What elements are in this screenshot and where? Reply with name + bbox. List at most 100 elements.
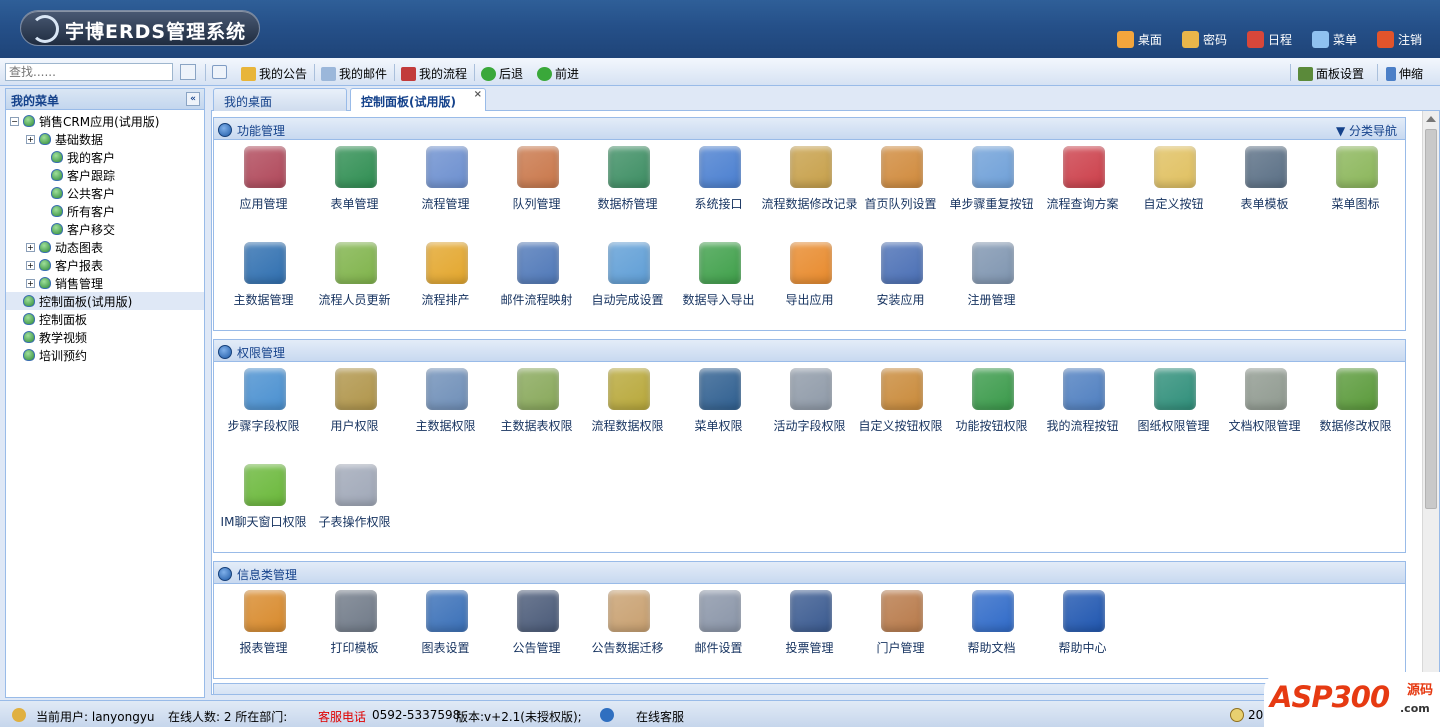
tree-toggle-icon[interactable]: + (26, 278, 35, 288)
app-tile[interactable]: 数据导入导出 (673, 236, 764, 328)
app-tile[interactable]: 用户权限 (309, 362, 400, 454)
toolbar-label: 前进 (555, 67, 580, 81)
tree-item[interactable]: 教学视频 (6, 328, 204, 346)
tab-control-panel[interactable]: 控制面板(试用版) × (350, 88, 486, 112)
tree-toggle-icon[interactable]: + (26, 242, 35, 252)
tree-item[interactable]: 我的客户 (6, 148, 204, 166)
tree-item[interactable]: + 基础数据 (6, 130, 204, 148)
toolbar-expand-button[interactable]: 伸缩 (1386, 65, 1423, 82)
app-tile[interactable]: 邮件流程映射 (491, 236, 582, 328)
app-tile[interactable]: 活动字段权限 (764, 362, 855, 454)
toolbar-forward-button[interactable]: 前进 (537, 65, 579, 82)
app-tile-label: IM聊天窗口权限 (220, 515, 307, 529)
app-tile[interactable]: 注册管理 (946, 236, 1037, 328)
app-tile[interactable]: 表单管理 (309, 140, 400, 232)
app-tile[interactable]: 公告管理 (491, 584, 582, 676)
app-tile[interactable]: 自定义按钮权限 (855, 362, 946, 454)
app-tile[interactable]: 邮件设置 (673, 584, 764, 676)
app-tile[interactable]: 图表设置 (400, 584, 491, 676)
app-tile[interactable]: 投票管理 (764, 584, 855, 676)
app-tile[interactable]: 单步骤重复按钮 (946, 140, 1037, 232)
app-tile-label: 门户管理 (876, 641, 925, 655)
app-tile[interactable]: 安装应用 (855, 236, 946, 328)
top-nav-home[interactable]: 桌面 (1116, 31, 1162, 48)
app-tile[interactable]: 公告数据迁移 (582, 584, 673, 676)
app-tile[interactable]: 流程数据修改记录 (761, 140, 858, 232)
toolbar-workflow-button[interactable]: 我的流程 (401, 65, 467, 82)
app-tile[interactable]: 打印模板 (309, 584, 400, 676)
app-tile[interactable]: 数据修改权限 (1310, 362, 1401, 454)
tree-item[interactable]: 客户跟踪 (6, 166, 204, 184)
app-tile[interactable]: 流程数据权限 (582, 362, 673, 454)
app-tile[interactable]: 菜单权限 (673, 362, 764, 454)
app-tile[interactable]: 流程查询方案 (1037, 140, 1128, 232)
list-view-icon[interactable] (212, 65, 230, 79)
vertical-scrollbar[interactable] (1422, 111, 1439, 694)
tree-item[interactable]: 所有客户 (6, 202, 204, 220)
app-tile[interactable]: 流程人员更新 (309, 236, 400, 328)
search-button-icon[interactable] (180, 64, 196, 80)
category-nav-dropdown[interactable]: ▼ 分类导航 (1336, 122, 1397, 139)
hotline-label: 客服电话 (318, 710, 367, 724)
app-tile[interactable]: 流程管理 (400, 140, 491, 232)
tree-item[interactable]: 控制面板(试用版) (6, 292, 204, 310)
tree-toggle-icon[interactable]: + (26, 134, 35, 144)
tree-item[interactable]: 客户移交 (6, 220, 204, 238)
app-tile[interactable]: 菜单图标 (1310, 140, 1401, 232)
tree-node-icon (51, 151, 63, 163)
app-tile[interactable]: 功能按钮权限 (946, 362, 1037, 454)
app-tile[interactable]: 主数据管理 (218, 236, 309, 328)
panel-header: 信息类管理 (214, 562, 1405, 584)
app-tile[interactable]: 自定义按钮 (1128, 140, 1219, 232)
tree-item[interactable]: + 销售管理 (6, 274, 204, 292)
app-tile[interactable]: 图纸权限管理 (1128, 362, 1219, 454)
tree-item[interactable]: + 客户报表 (6, 256, 204, 274)
toolbar-mail-button[interactable]: 我的邮件 (321, 65, 387, 82)
app-tile[interactable]: 我的流程按钮 (1037, 362, 1128, 454)
tree-item[interactable]: 公共客户 (6, 184, 204, 202)
app-tile[interactable]: 应用管理 (218, 140, 309, 232)
online-service-link[interactable]: 在线客服 (636, 708, 684, 725)
scroll-up-icon[interactable] (1426, 116, 1436, 122)
search-input[interactable] (5, 63, 173, 81)
app-tile[interactable]: IM聊天窗口权限 (218, 458, 309, 550)
scroll-thumb[interactable] (1425, 129, 1437, 509)
tree-toggle-icon[interactable]: − (10, 116, 19, 126)
tree-toggle-icon[interactable]: + (26, 260, 35, 270)
tree-item[interactable]: − 销售CRM应用(试用版) (6, 112, 204, 130)
app-tile[interactable]: 主数据权限 (400, 362, 491, 454)
app-tile-label: 流程数据权限 (591, 419, 664, 433)
close-tab-icon[interactable]: × (474, 89, 482, 100)
tree-item[interactable]: + 动态图表 (6, 238, 204, 256)
top-nav-menu[interactable]: 菜单 (1311, 31, 1357, 48)
app-tile[interactable]: 报表管理 (218, 584, 309, 676)
tree-item[interactable]: 控制面板 (6, 310, 204, 328)
app-tile[interactable]: 导出应用 (764, 236, 855, 328)
app-tile[interactable]: 表单模板 (1219, 140, 1310, 232)
collapse-sidebar-icon[interactable]: « (186, 92, 200, 106)
app-tile[interactable]: 步骤字段权限 (218, 362, 309, 454)
toolbar-announcement-button[interactable]: 我的公告 (241, 65, 307, 82)
app-tile[interactable]: 流程排产 (400, 236, 491, 328)
tree-node-icon (39, 133, 51, 145)
top-nav-lock[interactable]: 密码 (1181, 31, 1227, 48)
app-tile[interactable]: 主数据表权限 (491, 362, 582, 454)
app-tile[interactable]: 队列管理 (491, 140, 582, 232)
app-tile[interactable]: 帮助文档 (946, 584, 1037, 676)
app-tile[interactable]: 帮助中心 (1037, 584, 1128, 676)
toolbar-panel-settings-button[interactable]: 面板设置 (1298, 65, 1364, 82)
app-tile[interactable]: 数据桥管理 (582, 140, 673, 232)
app-tile[interactable]: 系统接口 (673, 140, 764, 232)
tab-my-desktop[interactable]: 我的桌面 (213, 88, 347, 111)
app-tile[interactable]: 首页队列设置 (855, 140, 946, 232)
tree-item[interactable]: 培训预约 (6, 346, 204, 364)
app-tile[interactable]: 子表操作权限 (309, 458, 400, 550)
app-tile[interactable]: 自动完成设置 (582, 236, 673, 328)
top-nav-calendar[interactable]: 日程 (1246, 31, 1292, 48)
toolbar-back-button[interactable]: 后退 (481, 65, 523, 82)
app-tile-icon (699, 590, 741, 632)
top-nav-power[interactable]: 注销 (1376, 31, 1422, 48)
top-nav: 桌面 密码 日程 菜单 注销 (1116, 31, 1422, 48)
app-tile[interactable]: 门户管理 (855, 584, 946, 676)
app-tile[interactable]: 文档权限管理 (1219, 362, 1310, 454)
